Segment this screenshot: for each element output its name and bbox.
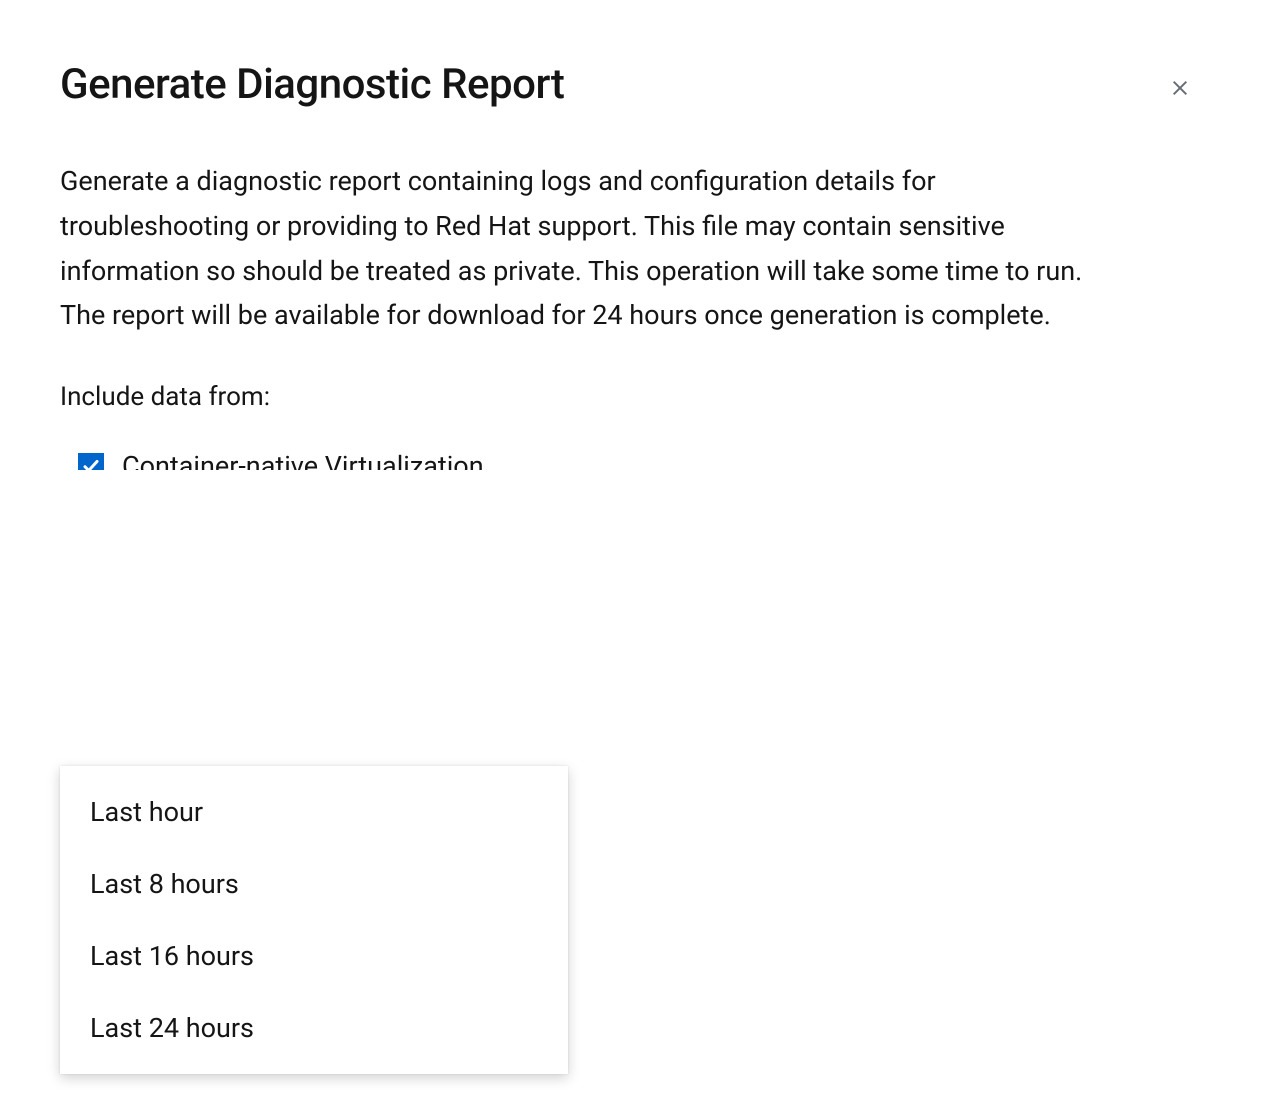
dialog-header: Generate Diagnostic Report <box>60 60 1206 109</box>
dialog-description: Generate a diagnostic report containing … <box>60 159 1110 338</box>
time-option-last-16-hours[interactable]: Last 16 hours <box>60 920 568 992</box>
close-icon[interactable] <box>1164 72 1196 104</box>
dialog-title: Generate Diagnostic Report <box>60 60 564 109</box>
generate-diagnostic-report-dialog: Generate Diagnostic Report Generate a di… <box>0 0 1266 1014</box>
time-range-area: Last hour Last 8 hours Last 16 hours Las… <box>60 766 1206 825</box>
time-option-last-hour[interactable]: Last hour <box>60 776 568 848</box>
cnv-checkbox-label: Container-native Virtualization <box>122 450 484 470</box>
include-data-from-label: Include data from: <box>60 382 1206 412</box>
time-range-dropdown-menu: Last hour Last 8 hours Last 16 hours Las… <box>60 766 568 1074</box>
time-option-last-8-hours[interactable]: Last 8 hours <box>60 848 568 920</box>
checkbox-icon[interactable] <box>78 453 104 470</box>
cnv-checkbox-row[interactable]: Container-native Virtualization <box>60 450 1206 470</box>
checkbox-area: Container-native Virtualization <box>60 442 1206 470</box>
time-option-last-24-hours[interactable]: Last 24 hours <box>60 992 568 1064</box>
